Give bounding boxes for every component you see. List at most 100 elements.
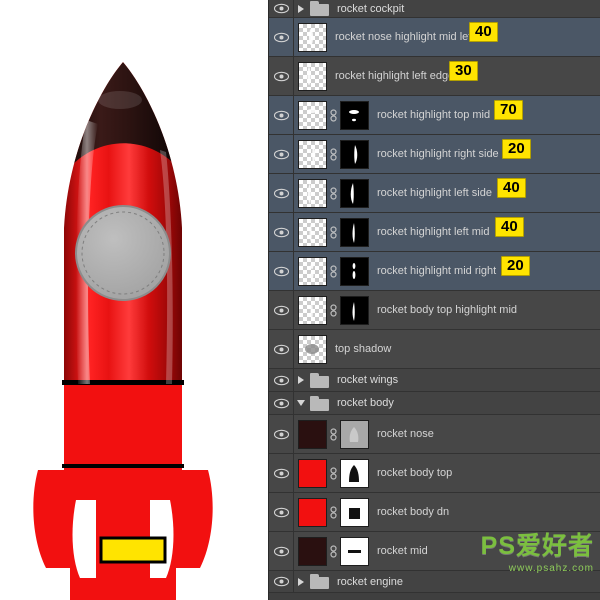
- layer-name: rocket body: [337, 397, 600, 409]
- layer-mask-thumbnail[interactable]: [340, 257, 369, 286]
- layer-row[interactable]: rocket highlight right side 20: [269, 135, 600, 174]
- visibility-toggle[interactable]: [269, 18, 294, 56]
- layer-name: rocket highlight mid right: [377, 265, 600, 277]
- layer-mask-thumbnail[interactable]: [340, 459, 369, 488]
- layer-mask-link[interactable]: [327, 174, 340, 212]
- layer-thumbnail[interactable]: [294, 174, 327, 212]
- layer-mask-link[interactable]: [327, 96, 340, 134]
- layer-row[interactable]: rocket highlight left side 40: [269, 174, 600, 213]
- eye-icon: [274, 71, 289, 82]
- layer-mask-link[interactable]: [327, 532, 340, 570]
- layer-row[interactable]: rocket wings: [269, 369, 600, 392]
- layer-thumbnail[interactable]: [294, 57, 327, 95]
- layer-thumbnail[interactable]: [294, 493, 327, 531]
- layer-name: rocket cockpit: [337, 3, 600, 15]
- layer-row[interactable]: rocket nose highlight mid left 40: [269, 18, 600, 57]
- layer-mask-link[interactable]: [327, 291, 340, 329]
- layer-row[interactable]: rocket highlight mid right 20: [269, 252, 600, 291]
- visibility-toggle[interactable]: [269, 415, 294, 453]
- layer-thumbnail[interactable]: [294, 454, 327, 492]
- eye-icon: [274, 468, 289, 479]
- layer-row[interactable]: rocket cockpit: [269, 0, 600, 18]
- visibility-toggle[interactable]: [269, 0, 294, 17]
- chain-link-icon: [329, 187, 338, 200]
- layer-mask-thumbnail[interactable]: [340, 218, 369, 247]
- layer-mask-thumbnail[interactable]: [340, 498, 369, 527]
- layer-mask-thumbnail[interactable]: [340, 420, 369, 449]
- layer-mask-link[interactable]: [327, 213, 340, 251]
- layer-row[interactable]: top shadow: [269, 330, 600, 369]
- layer-row[interactable]: rocket mid: [269, 532, 600, 571]
- layer-thumbnail-image: [298, 179, 327, 208]
- layer-thumbnail[interactable]: [294, 532, 327, 570]
- visibility-toggle[interactable]: [269, 493, 294, 531]
- chain-link-icon: [329, 226, 338, 239]
- group-disclosure-arrow[interactable]: [294, 376, 308, 384]
- layer-mask-thumbnail[interactable]: [340, 296, 369, 325]
- chain-link-icon: [329, 304, 338, 317]
- eye-icon: [274, 227, 289, 238]
- layer-row[interactable]: rocket body top: [269, 454, 600, 493]
- layer-thumbnail[interactable]: [294, 213, 327, 251]
- group-disclosure-arrow[interactable]: [294, 578, 308, 586]
- layer-row[interactable]: rocket engine: [269, 571, 600, 593]
- visibility-toggle[interactable]: [269, 213, 294, 251]
- layer-name: rocket highlight left mid: [377, 226, 600, 238]
- eye-icon: [274, 546, 289, 557]
- folder-icon: [310, 1, 329, 16]
- layer-mask-thumbnail[interactable]: [340, 140, 369, 169]
- opacity-badge: 40: [495, 217, 524, 237]
- group-disclosure-arrow[interactable]: [294, 5, 308, 13]
- layer-row[interactable]: rocket highlight top mid 70: [269, 96, 600, 135]
- visibility-toggle[interactable]: [269, 532, 294, 570]
- folder-icon: [310, 574, 329, 589]
- layer-thumbnail-image: [298, 335, 327, 364]
- layer-thumbnail[interactable]: [294, 96, 327, 134]
- layer-thumbnail[interactable]: [294, 18, 327, 56]
- group-disclosure-arrow[interactable]: [294, 400, 308, 406]
- layer-name: rocket body dn: [377, 506, 600, 518]
- layer-thumbnail[interactable]: [294, 415, 327, 453]
- visibility-toggle[interactable]: [269, 57, 294, 95]
- visibility-toggle[interactable]: [269, 369, 294, 391]
- visibility-toggle[interactable]: [269, 330, 294, 368]
- layer-mask-link[interactable]: [327, 135, 340, 173]
- canvas-artwork[interactable]: [0, 0, 268, 600]
- layer-mask-link[interactable]: [327, 252, 340, 290]
- layer-row[interactable]: rocket body dn: [269, 493, 600, 532]
- chain-link-icon: [329, 545, 338, 558]
- visibility-toggle[interactable]: [269, 174, 294, 212]
- layer-row[interactable]: rocket body top highlight mid: [269, 291, 600, 330]
- layer-mask-link[interactable]: [327, 454, 340, 492]
- photoshop-screenshot: rocket cockpit rocket nose highlight mid…: [0, 0, 600, 600]
- visibility-toggle[interactable]: [269, 571, 294, 592]
- layer-thumbnail[interactable]: [294, 330, 327, 368]
- visibility-toggle[interactable]: [269, 96, 294, 134]
- layer-row[interactable]: rocket highlight left edge 30: [269, 57, 600, 96]
- layer-mask-thumbnail[interactable]: [340, 537, 369, 566]
- layer-row[interactable]: rocket nose: [269, 415, 600, 454]
- visibility-toggle[interactable]: [269, 291, 294, 329]
- layers-panel[interactable]: rocket cockpit rocket nose highlight mid…: [268, 0, 600, 600]
- visibility-toggle[interactable]: [269, 252, 294, 290]
- layer-thumbnail[interactable]: [294, 135, 327, 173]
- layer-thumbnail[interactable]: [294, 291, 327, 329]
- layer-mask-link[interactable]: [327, 493, 340, 531]
- eye-icon: [274, 429, 289, 440]
- eye-icon: [274, 375, 289, 386]
- chevron-right-icon: [298, 376, 304, 384]
- layer-thumbnail-image: [298, 459, 327, 488]
- visibility-toggle[interactable]: [269, 454, 294, 492]
- visibility-toggle[interactable]: [269, 392, 294, 414]
- eye-icon: [274, 266, 289, 277]
- visibility-toggle[interactable]: [269, 135, 294, 173]
- layer-mask-link[interactable]: [327, 415, 340, 453]
- layer-row[interactable]: rocket body: [269, 392, 600, 415]
- layer-mask-thumbnail[interactable]: [340, 179, 369, 208]
- chain-link-icon: [329, 467, 338, 480]
- layer-mask-thumbnail[interactable]: [340, 101, 369, 130]
- layer-thumbnail[interactable]: [294, 252, 327, 290]
- layer-thumbnail-image: [298, 140, 327, 169]
- layer-row[interactable]: rocket highlight left mid 40: [269, 213, 600, 252]
- chain-link-icon: [329, 265, 338, 278]
